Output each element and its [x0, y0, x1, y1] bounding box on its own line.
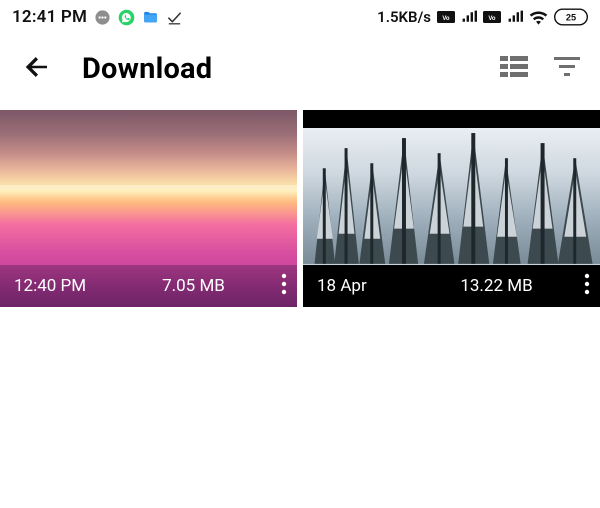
- signal-icon-1: [461, 10, 477, 24]
- tile-size-label: 13.22 MB: [417, 276, 576, 296]
- signal-icon-2: [507, 10, 523, 24]
- back-button[interactable]: [14, 46, 60, 92]
- wifi-icon: [529, 10, 548, 25]
- download-grid: 12:40 PM 7.05 MB: [0, 104, 600, 307]
- page-title: Download: [82, 52, 500, 86]
- svg-text:Vo: Vo: [488, 16, 496, 22]
- more-vert-icon: [584, 280, 590, 300]
- back-arrow-icon: [22, 52, 52, 86]
- status-clock: 12:41 PM: [12, 7, 87, 27]
- grid-view-icon: [500, 56, 528, 82]
- app-bar: Download: [0, 34, 600, 104]
- tile-footer: 12:40 PM 7.05 MB: [0, 265, 297, 307]
- download-item[interactable]: 18 Apr 13.22 MB: [303, 110, 600, 307]
- battery-pill-icon: 25: [554, 8, 588, 26]
- net-speed: 1.5KB/s: [377, 8, 431, 26]
- volte-badge-2: Vo: [483, 11, 501, 23]
- whatsapp-icon: [118, 9, 135, 26]
- view-toggle-button[interactable]: [500, 56, 528, 82]
- svg-text:Vo: Vo: [442, 16, 450, 22]
- more-vert-icon: [281, 280, 287, 300]
- folder-icon: [142, 9, 159, 26]
- status-right: 1.5KB/s Vo Vo 25: [377, 8, 588, 26]
- toolbar-actions: [500, 56, 580, 82]
- tile-overflow-button[interactable]: [584, 273, 590, 300]
- tile-time-label: 12:40 PM: [14, 276, 114, 296]
- checkmark-icon: [166, 9, 183, 26]
- filter-icon: [554, 57, 580, 81]
- battery-pct: 25: [566, 13, 576, 23]
- tile-overflow-button[interactable]: [281, 273, 287, 300]
- tile-footer: 18 Apr 13.22 MB: [303, 265, 600, 307]
- tile-time-label: 18 Apr: [317, 276, 417, 296]
- status-left: 12:41 PM: [12, 7, 183, 27]
- chat-bubble-icon: [94, 9, 111, 26]
- volte-badge-1: Vo: [437, 11, 455, 23]
- thumbnail-forest: [303, 128, 600, 279]
- filter-button[interactable]: [554, 57, 580, 81]
- tile-size-label: 7.05 MB: [114, 276, 273, 296]
- status-bar: 12:41 PM 1.5KB/s Vo Vo: [0, 0, 600, 34]
- download-item[interactable]: 12:40 PM 7.05 MB: [0, 110, 297, 307]
